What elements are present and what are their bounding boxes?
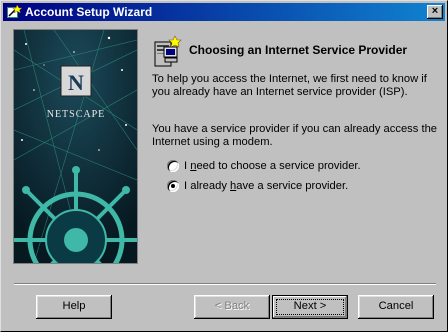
wizard-app-icon	[7, 4, 22, 18]
wizard-window: Account Setup Wizard × N NETSCAPE Choosi…	[0, 0, 448, 332]
netscape-wheel-artwork: N NETSCAPE	[14, 30, 137, 263]
page-heading: Choosing an Internet Service Provider	[189, 43, 408, 57]
help-button[interactable]: Help	[36, 295, 112, 319]
cancel-button[interactable]: Cancel	[358, 295, 434, 319]
option-have-provider-label[interactable]: I already have a service provider.	[184, 180, 348, 193]
netscape-logo-letter: N	[68, 70, 84, 95]
intro-paragraph: To help you access the Internet, we firs…	[152, 73, 427, 98]
window-title: Account Setup Wizard	[25, 5, 153, 19]
option-need-provider-label[interactable]: I need to choose a service provider.	[184, 160, 361, 173]
close-icon: ×	[431, 5, 439, 17]
explanation-paragraph: You have a service provider if you can a…	[152, 123, 438, 148]
radio-need-provider[interactable]	[167, 160, 179, 172]
back-button[interactable]: < Back	[194, 295, 270, 319]
title-bar[interactable]: Account Setup Wizard ×	[3, 3, 445, 21]
focus-rectangle	[276, 299, 344, 315]
radio-selected-dot	[171, 184, 175, 188]
next-button[interactable]: Next >	[272, 295, 348, 319]
radio-have-provider[interactable]	[167, 180, 179, 192]
netscape-brand-text: NETSCAPE	[47, 109, 106, 120]
close-button[interactable]: ×	[427, 5, 443, 19]
button-separator	[14, 283, 436, 285]
isp-computer-wizard-icon	[154, 35, 182, 67]
